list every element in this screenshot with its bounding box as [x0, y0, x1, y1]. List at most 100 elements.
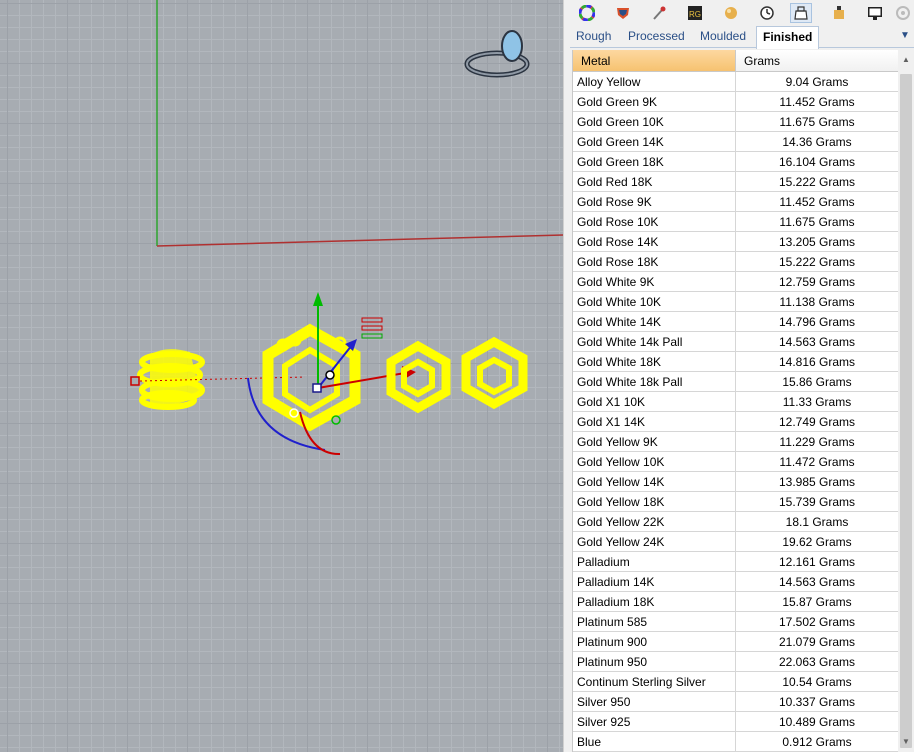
table-row[interactable]: Platinum 585 17.502 Grams: [573, 612, 898, 632]
grams-value-cell: 15.87 Grams: [736, 592, 898, 612]
color-wheel-icon[interactable]: [576, 3, 598, 23]
table-row[interactable]: Blue 0.912 Grams: [573, 732, 898, 752]
table-row[interactable]: Gold Rose 10K 11.675 Grams: [573, 212, 898, 232]
table-row[interactable]: Continum Sterling Silver 10.54 Grams: [573, 672, 898, 692]
clock-gauge-icon[interactable]: [756, 3, 778, 23]
gem-shield-icon[interactable]: [612, 3, 634, 23]
table-row[interactable]: Gold White 18K 14.816 Grams: [573, 352, 898, 372]
monitor-icon[interactable]: [864, 3, 886, 23]
column-header-metal[interactable]: Metal: [573, 50, 736, 72]
table-row[interactable]: Gold White 10K 11.138 Grams: [573, 292, 898, 312]
grams-value-cell: 11.229 Grams: [736, 432, 898, 452]
metal-name-cell: Platinum 950: [573, 652, 736, 672]
metal-name-cell: Gold Green 18K: [573, 152, 736, 172]
table-row[interactable]: Gold Green 9K 11.452 Grams: [573, 92, 898, 112]
table-row[interactable]: Platinum 950 22.063 Grams: [573, 652, 898, 672]
table-row[interactable]: Gold X1 10K 11.33 Grams: [573, 392, 898, 412]
metal-name-cell: Gold Green 14K: [573, 132, 736, 152]
grams-value-cell: 11.138 Grams: [736, 292, 898, 312]
metal-name-cell: Gold White 10K: [573, 292, 736, 312]
tab-processed[interactable]: Processed: [622, 26, 691, 48]
metal-name-cell: Gold White 18k Pall: [573, 372, 736, 392]
column-header-grams[interactable]: Grams: [736, 50, 898, 72]
metal-name-cell: Gold White 14K: [573, 312, 736, 332]
table-row[interactable]: Gold Yellow 14K 13.985 Grams: [573, 472, 898, 492]
metal-name-cell: Gold White 9K: [573, 272, 736, 292]
tab-dropdown-chevron-icon[interactable]: ▼: [898, 30, 912, 44]
metal-name-cell: Gold X1 14K: [573, 412, 736, 432]
sphere-icon[interactable]: [720, 3, 742, 23]
grams-value-cell: 15.222 Grams: [736, 252, 898, 272]
gold-gem-icon[interactable]: [828, 3, 850, 23]
grams-value-cell: 11.452 Grams: [736, 192, 898, 212]
table-row[interactable]: Gold Yellow 22K 18.1 Grams: [573, 512, 898, 532]
table-row[interactable]: Silver 950 10.337 Grams: [573, 692, 898, 712]
control-point[interactable]: [130, 376, 140, 386]
settings-icon[interactable]: [892, 3, 914, 23]
hexagon-earring-object-2[interactable]: [461, 336, 528, 410]
ring-object[interactable]: [137, 349, 205, 410]
grams-value-cell: 11.472 Grams: [736, 452, 898, 472]
table-row[interactable]: Gold White 14k Pall 14.563 Grams: [573, 332, 898, 352]
metal-name-cell: Platinum 585: [573, 612, 736, 632]
table-row[interactable]: Silver 925 10.489 Grams: [573, 712, 898, 732]
tab-finished[interactable]: Finished: [756, 26, 820, 49]
metal-name-cell: Gold Rose 9K: [573, 192, 736, 212]
table-row[interactable]: Gold White 14K 14.796 Grams: [573, 312, 898, 332]
table-row[interactable]: Gold White 18k Pall 15.86 Grams: [573, 372, 898, 392]
tab-rough[interactable]: Rough: [570, 26, 617, 48]
grams-value-cell: 11.675 Grams: [736, 212, 898, 232]
grams-value-cell: 14.796 Grams: [736, 312, 898, 332]
3d-viewport[interactable]: [0, 0, 563, 752]
scroll-up-icon[interactable]: ▲: [898, 52, 914, 68]
table-header: Metal Grams: [573, 50, 898, 72]
metal-name-cell: Silver 925: [573, 712, 736, 732]
grams-value-cell: 14.563 Grams: [736, 332, 898, 352]
rg-icon[interactable]: RG: [684, 3, 706, 23]
scroll-down-icon[interactable]: ▼: [898, 734, 914, 750]
metal-name-cell: Alloy Yellow: [573, 72, 736, 92]
grams-value-cell: 13.985 Grams: [736, 472, 898, 492]
table-row[interactable]: Palladium 18K 15.87 Grams: [573, 592, 898, 612]
weight-scale-icon[interactable]: [790, 3, 812, 23]
table-row[interactable]: Gold Green 14K 14.36 Grams: [573, 132, 898, 152]
table-row[interactable]: Gold Rose 14K 13.205 Grams: [573, 232, 898, 252]
metal-name-cell: Gold Yellow 24K: [573, 532, 736, 552]
world-x-axis: [156, 234, 563, 247]
hexagon-earring-object-1[interactable]: [386, 340, 451, 414]
scrollbar-thumb[interactable]: [900, 74, 912, 748]
table-row[interactable]: Gold Yellow 10K 11.472 Grams: [573, 452, 898, 472]
table-row[interactable]: Alloy Yellow 9.04 Grams: [573, 72, 898, 92]
grams-value-cell: 15.222 Grams: [736, 172, 898, 192]
grams-value-cell: 11.675 Grams: [736, 112, 898, 132]
table-row[interactable]: Platinum 900 21.079 Grams: [573, 632, 898, 652]
metal-name-cell: Platinum 900: [573, 632, 736, 652]
table-row[interactable]: Gold Yellow 24K 19.62 Grams: [573, 532, 898, 552]
table-row[interactable]: Palladium 14K 14.563 Grams: [573, 572, 898, 592]
metal-weight-panel: RG Rough Processed Moulded Finished ▼ Me…: [570, 0, 914, 752]
table-row[interactable]: Gold Yellow 18K 15.739 Grams: [573, 492, 898, 512]
table-scrollbar[interactable]: ▲ ▼: [898, 50, 914, 752]
table-body: Alloy Yellow 9.04 Grams Gold Green 9K 11.45…: [573, 72, 898, 752]
metal-name-cell: Gold Rose 18K: [573, 252, 736, 272]
metal-weight-table: Metal Grams Alloy Yellow 9.04 Grams Gold G…: [572, 50, 898, 752]
table-row[interactable]: Gold Yellow 9K 11.229 Grams: [573, 432, 898, 452]
table-row[interactable]: Gold Green 18K 16.104 Grams: [573, 152, 898, 172]
table-row[interactable]: Gold Rose 9K 11.452 Grams: [573, 192, 898, 212]
svg-text:RG: RG: [689, 10, 701, 19]
grams-value-cell: 11.33 Grams: [736, 392, 898, 412]
ring-preview-icon[interactable]: [464, 30, 530, 78]
grams-value-cell: 10.337 Grams: [736, 692, 898, 712]
table-row[interactable]: Palladium 12.161 Grams: [573, 552, 898, 572]
panel-splitter[interactable]: [563, 0, 570, 752]
tab-moulded[interactable]: Moulded: [694, 26, 752, 48]
table-row[interactable]: Gold White 9K 12.759 Grams: [573, 272, 898, 292]
table-row[interactable]: Gold X1 14K 12.749 Grams: [573, 412, 898, 432]
eyedropper-icon[interactable]: [648, 3, 670, 23]
metal-name-cell: Gold Green 9K: [573, 92, 736, 112]
metal-name-cell: Palladium: [573, 552, 736, 572]
table-row[interactable]: Gold Green 10K 11.675 Grams: [573, 112, 898, 132]
table-row[interactable]: Gold Rose 18K 15.222 Grams: [573, 252, 898, 272]
table-row[interactable]: Gold Red 18K 15.222 Grams: [573, 172, 898, 192]
grams-value-cell: 12.759 Grams: [736, 272, 898, 292]
